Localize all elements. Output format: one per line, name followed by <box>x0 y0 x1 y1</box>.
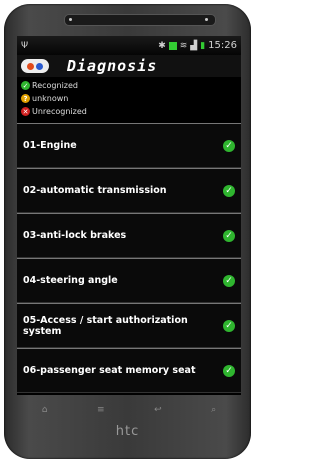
page-title: Diagnosis <box>67 57 158 75</box>
hardware-nav: ⌂ ≡ ↩ ⌕ <box>17 398 241 422</box>
camera-dot <box>205 18 208 21</box>
logo-blue-icon <box>36 62 43 70</box>
question-icon: ? <box>21 94 30 103</box>
speaker-grille <box>64 14 216 26</box>
check-icon: ✓ <box>223 274 235 287</box>
brand-logo: htc <box>115 424 140 439</box>
app-logo[interactable] <box>21 59 49 73</box>
list-item[interactable]: 05-Access / start authorization system ✓ <box>17 303 241 348</box>
legend-label: unknown <box>32 94 69 103</box>
status-bar: Ψ ✱ ≋ ▟ ▮ 15:26 <box>17 36 241 55</box>
list-item[interactable]: 04-steering angle ✓ <box>17 258 241 303</box>
check-icon: ✓ <box>223 184 235 197</box>
sensor-dot <box>69 18 72 21</box>
logo-orange-icon <box>27 62 34 70</box>
list-item[interactable]: 01-Engine ✓ <box>17 123 241 168</box>
legend-unrecognized: ✕ Unrecognized <box>21 105 237 118</box>
check-icon: ✓ <box>223 139 235 152</box>
legend-label: Unrecognized <box>32 107 87 116</box>
item-label: 03-anti-lock brakes <box>23 230 127 241</box>
wifi-icon: ≋ <box>179 40 188 51</box>
usb-icon: Ψ <box>21 40 29 51</box>
item-label: 02-automatic transmission <box>23 185 167 196</box>
notification-icon <box>168 41 177 50</box>
signal-icon: ▟ <box>190 40 198 51</box>
list-item[interactable]: 06-passenger seat memory seat ✓ <box>17 348 241 393</box>
back-icon[interactable]: ↩ <box>154 405 162 415</box>
legend: ✓ Recognized ? unknown ✕ Unrecognized <box>17 77 241 120</box>
menu-icon[interactable]: ≡ <box>97 405 105 415</box>
battery-icon: ▮ <box>200 40 206 51</box>
screen: Ψ ✱ ≋ ▟ ▮ 15:26 Diagnosis ✓ Recognized ?… <box>17 36 241 395</box>
legend-recognized: ✓ Recognized <box>21 79 237 92</box>
title-bar: Diagnosis <box>17 55 241 77</box>
item-label: 06-passenger seat memory seat <box>23 365 196 376</box>
cross-icon: ✕ <box>21 107 30 116</box>
legend-label: Recognized <box>32 81 78 90</box>
check-icon: ✓ <box>223 364 235 377</box>
home-icon[interactable]: ⌂ <box>42 405 48 415</box>
module-list: 01-Engine ✓ 02-automatic transmission ✓ … <box>17 123 241 393</box>
status-time: 15:26 <box>208 40 237 51</box>
list-item[interactable]: 03-anti-lock brakes ✓ <box>17 213 241 258</box>
check-icon: ✓ <box>21 81 30 90</box>
bluetooth-icon: ✱ <box>158 40 166 51</box>
item-label: 04-steering angle <box>23 275 118 286</box>
check-icon: ✓ <box>223 229 235 242</box>
search-icon[interactable]: ⌕ <box>211 405 216 415</box>
list-item[interactable]: 02-automatic transmission ✓ <box>17 168 241 213</box>
check-icon: ✓ <box>223 319 235 332</box>
legend-unknown: ? unknown <box>21 92 237 105</box>
item-label: 01-Engine <box>23 140 77 151</box>
item-label: 05-Access / start authorization system <box>23 314 188 337</box>
status-icons: ✱ ≋ ▟ ▮ 15:26 <box>158 40 237 51</box>
